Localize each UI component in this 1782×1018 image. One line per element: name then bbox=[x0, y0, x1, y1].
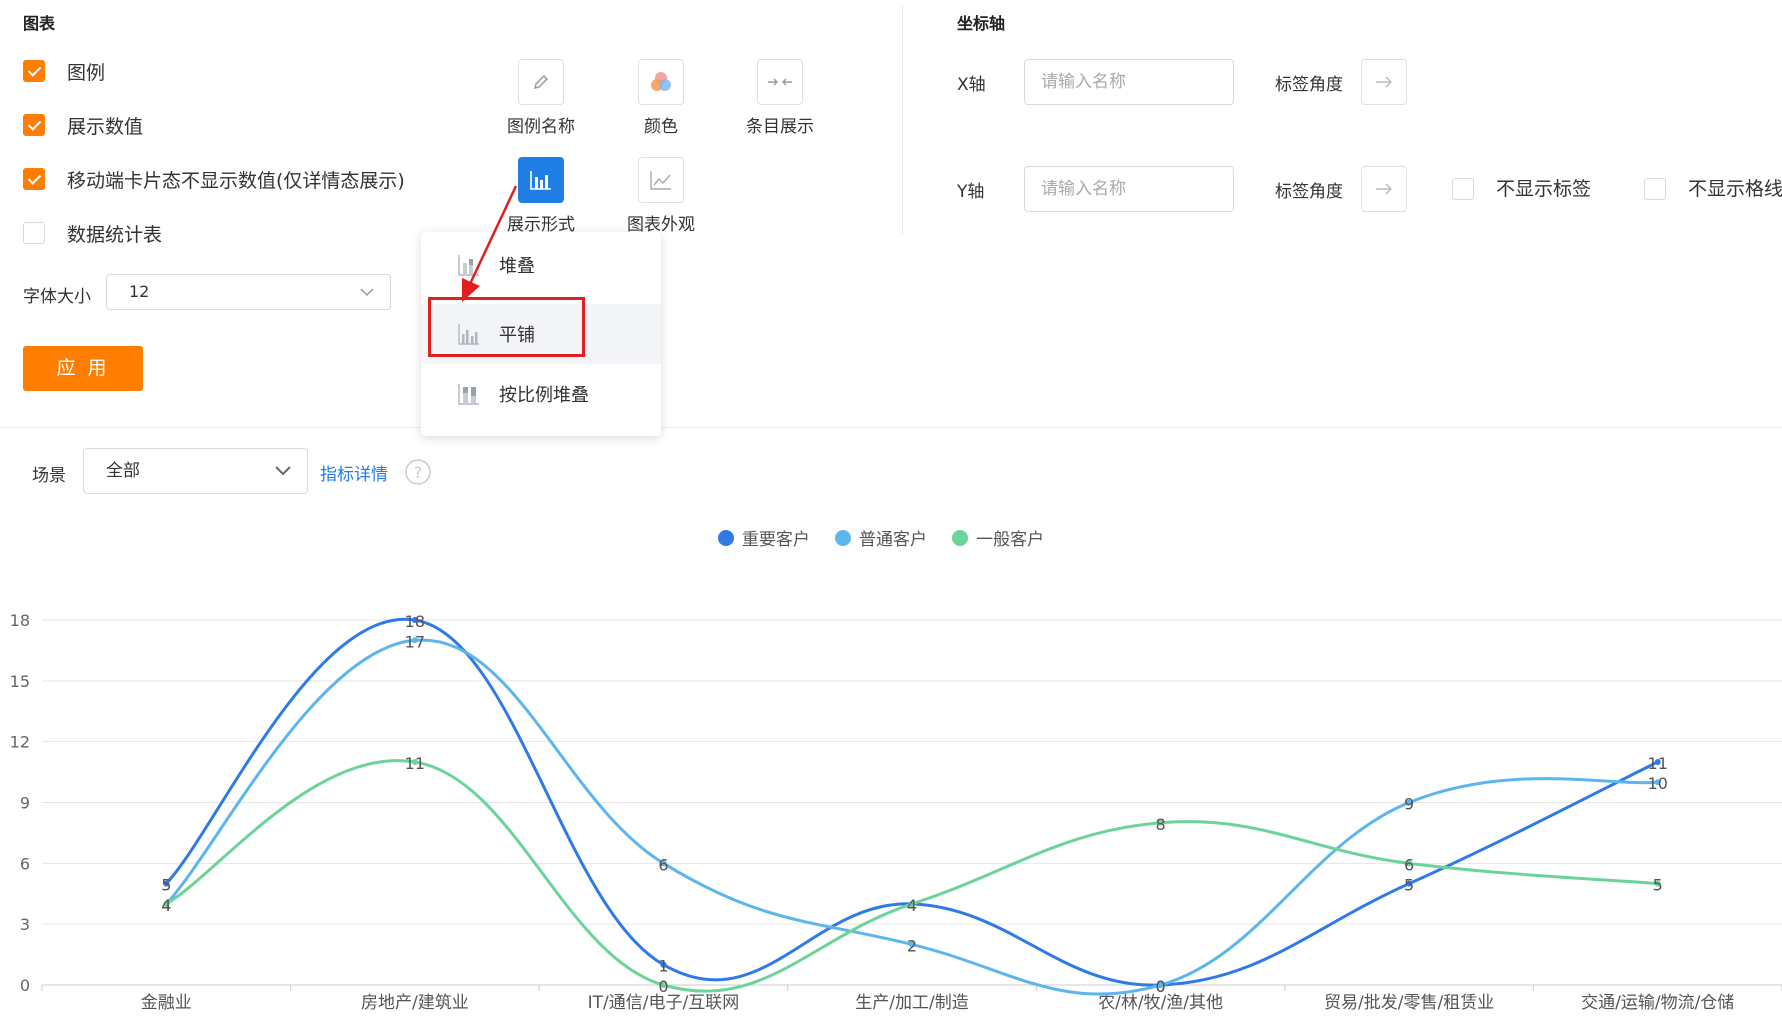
legend-item-regular[interactable]: 普通客户 bbox=[835, 525, 927, 550]
y-axis-name-input[interactable]: 请输入名称 bbox=[1024, 166, 1234, 212]
arrow-right-icon bbox=[1376, 76, 1392, 88]
apply-button[interactable]: 应 用 bbox=[23, 346, 143, 391]
bar-chart-icon bbox=[530, 171, 551, 190]
hide-grid-label: 不显示格线 bbox=[1688, 178, 1782, 200]
annotation-arrow-icon bbox=[462, 185, 518, 302]
hide-labels-label: 不显示标签 bbox=[1496, 178, 1592, 200]
data-label: 5 bbox=[161, 876, 171, 895]
y-tick-label: 12 bbox=[10, 733, 30, 752]
legend-dot-icon bbox=[952, 529, 969, 546]
legend-name-button[interactable] bbox=[518, 59, 564, 105]
item-display-label: 条目展示 bbox=[746, 117, 814, 137]
data-label: 0 bbox=[658, 977, 668, 996]
legend-dot-icon bbox=[717, 529, 734, 546]
data-label: 4 bbox=[907, 896, 917, 915]
data-label: 11 bbox=[405, 754, 425, 773]
color-palette-icon bbox=[651, 72, 671, 91]
data-label: 1 bbox=[658, 957, 668, 976]
help-icon[interactable]: ? bbox=[404, 458, 432, 486]
pencil-icon bbox=[533, 74, 549, 90]
x-tick-label: 生产/加工/制造 bbox=[855, 993, 968, 1013]
legend-label: 普通客户 bbox=[859, 530, 927, 550]
svg-text:?: ? bbox=[414, 463, 423, 482]
mobile-hide-values-checkbox-label: 移动端卡片态不显示数值(仅详情态展示) bbox=[67, 170, 405, 192]
chart-legend: 重要客户 普通客户 一般客户 bbox=[0, 525, 1782, 550]
chevron-down-icon bbox=[360, 288, 374, 297]
legend-label: 一般客户 bbox=[976, 530, 1045, 550]
x-tick-label: 金融业 bbox=[141, 993, 192, 1013]
color-label: 颜色 bbox=[644, 117, 678, 137]
scene-label: 场景 bbox=[32, 466, 66, 486]
panel-divider bbox=[902, 6, 903, 234]
chart-appearance-button[interactable] bbox=[638, 157, 684, 203]
y-tick-label: 15 bbox=[10, 672, 30, 691]
axis-section-title: 坐标轴 bbox=[957, 14, 1006, 33]
y-axis-label: Y轴 bbox=[957, 182, 985, 202]
line-chart: 0369121518金融业 房地产/建筑业 IT/通信/电子/互联网 生产/加工/制造… bbox=[10, 611, 1782, 1013]
x-axis-label: X轴 bbox=[957, 75, 986, 95]
item-display-button[interactable] bbox=[757, 59, 803, 105]
data-label: 5 bbox=[1653, 876, 1663, 895]
x-tick-label: 贸易/批发/零售/租赁业 bbox=[1324, 993, 1494, 1013]
data-label: 6 bbox=[658, 855, 668, 874]
y-tick-label: 0 bbox=[20, 976, 30, 995]
x-tick-label: 农/林/牧/渔/其他 bbox=[1098, 993, 1223, 1013]
legend-dot-icon bbox=[835, 529, 851, 546]
data-label: 5 bbox=[1404, 876, 1414, 895]
x-tick-label: IT/通信/电子/互联网 bbox=[588, 993, 740, 1013]
chevron-down-icon bbox=[275, 466, 291, 476]
legend-item-important[interactable]: 重要客户 bbox=[717, 525, 810, 550]
percent-stacked-bar-icon bbox=[458, 384, 479, 405]
dropdown-item-percent-stacked[interactable]: 按比例堆叠 bbox=[421, 364, 661, 424]
data-label: 17 bbox=[405, 632, 425, 651]
legend-checkbox[interactable] bbox=[23, 60, 45, 82]
data-label: 9 bbox=[1404, 795, 1414, 814]
font-size-select[interactable]: 12 bbox=[106, 274, 391, 310]
data-label: 4 bbox=[161, 896, 171, 915]
legend-name-label: 图例名称 bbox=[507, 117, 575, 137]
chart-section-title: 图表 bbox=[23, 14, 56, 33]
y-tick-label: 6 bbox=[20, 854, 30, 873]
mobile-hide-values-checkbox[interactable] bbox=[23, 168, 45, 190]
dropdown-item-label: 按比例堆叠 bbox=[499, 385, 589, 406]
arrow-right-icon bbox=[1376, 183, 1392, 195]
data-table-checkbox-label: 数据统计表 bbox=[67, 224, 163, 246]
scene-select[interactable]: 全部 bbox=[83, 448, 308, 494]
data-label: 10 bbox=[1648, 774, 1668, 793]
font-size-label: 字体大小 bbox=[23, 287, 91, 307]
show-values-checkbox[interactable] bbox=[23, 114, 45, 136]
y-tick-label: 3 bbox=[20, 915, 30, 934]
x-label-angle-label: 标签角度 bbox=[1275, 75, 1343, 95]
data-label: 8 bbox=[1155, 815, 1165, 834]
hide-grid-checkbox[interactable] bbox=[1644, 178, 1666, 200]
x-axis-name-input[interactable]: 请输入名称 bbox=[1024, 59, 1234, 105]
hide-labels-checkbox[interactable] bbox=[1452, 178, 1474, 200]
data-table-checkbox[interactable] bbox=[23, 222, 45, 244]
line-chart-icon bbox=[650, 171, 671, 190]
scene-value: 全部 bbox=[106, 461, 140, 481]
legend-item-general[interactable]: 一般客户 bbox=[952, 525, 1044, 550]
font-size-value: 12 bbox=[129, 282, 150, 301]
section-divider bbox=[0, 427, 1782, 428]
color-button[interactable] bbox=[638, 59, 684, 105]
show-values-checkbox-label: 展示数值 bbox=[67, 116, 144, 138]
x-tick-label: 交通/运输/物流/仓储 bbox=[1581, 993, 1734, 1013]
y-label-angle-button[interactable] bbox=[1361, 166, 1407, 212]
data-label: 18 bbox=[405, 612, 425, 631]
data-label: 6 bbox=[1404, 855, 1414, 874]
data-label: 11 bbox=[1648, 754, 1668, 773]
collapse-arrows-icon bbox=[768, 78, 792, 86]
legend-label: 重要客户 bbox=[741, 530, 810, 550]
y-tick-label: 18 bbox=[10, 611, 30, 630]
data-label: 0 bbox=[1155, 977, 1165, 996]
data-label: 2 bbox=[907, 936, 917, 955]
y-tick-label: 9 bbox=[20, 794, 30, 813]
x-tick-label: 房地产/建筑业 bbox=[361, 993, 469, 1013]
x-label-angle-button[interactable] bbox=[1361, 59, 1407, 105]
y-label-angle-label: 标签角度 bbox=[1275, 182, 1343, 202]
metric-detail-link[interactable]: 指标详情 bbox=[320, 460, 388, 485]
legend-checkbox-label: 图例 bbox=[67, 62, 106, 84]
